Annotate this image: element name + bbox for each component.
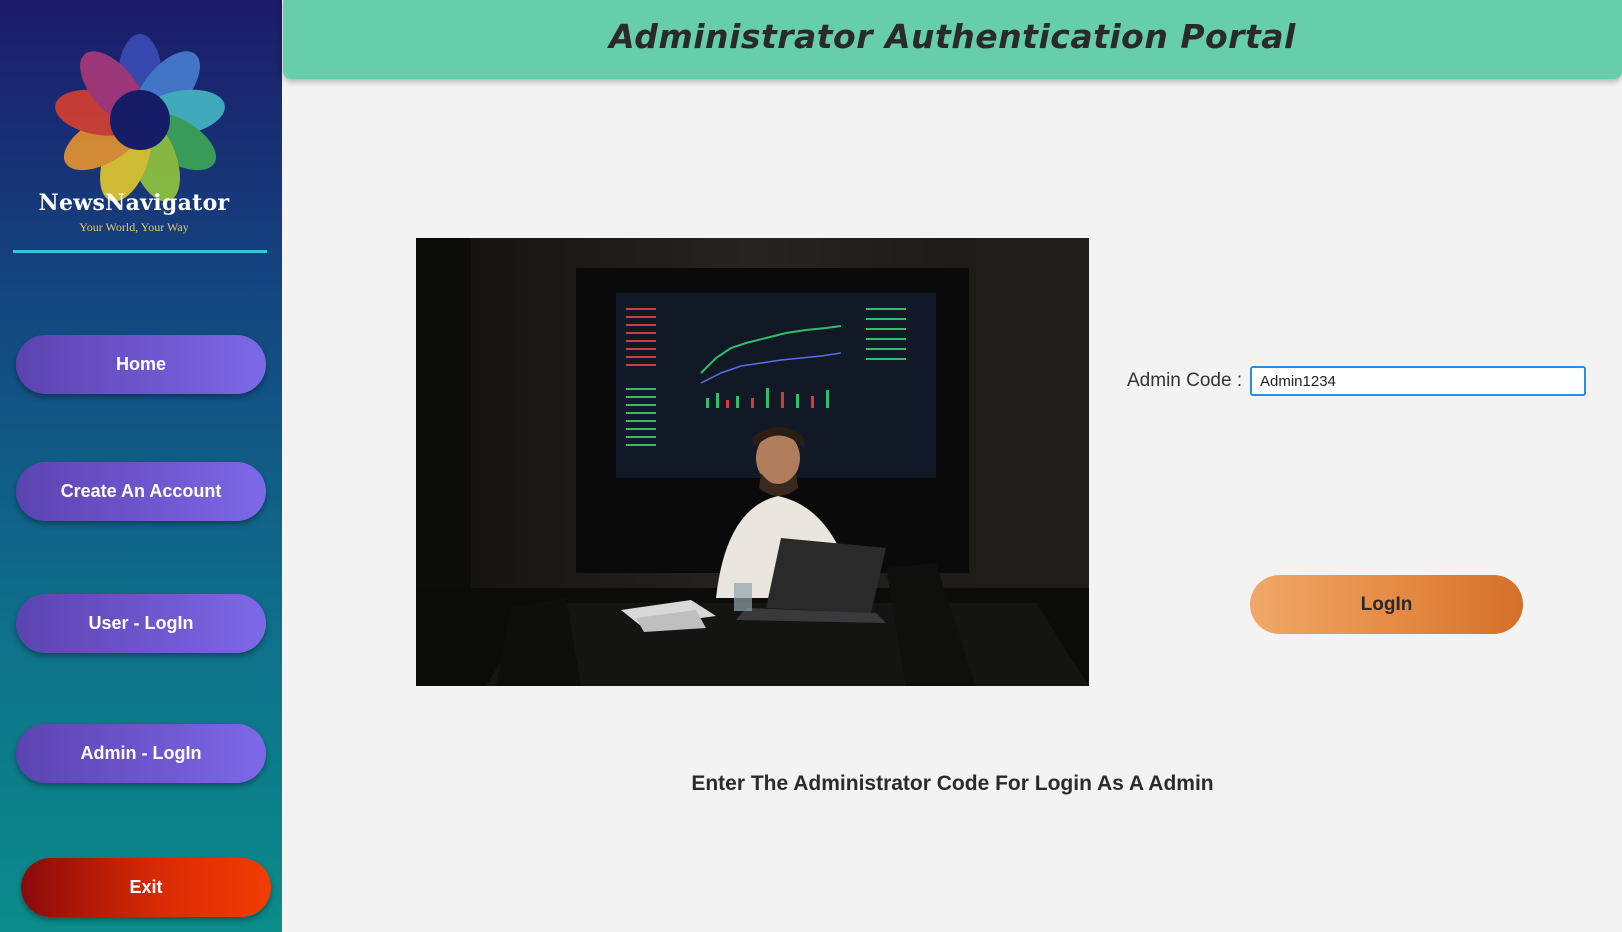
- user-login-button-label: User - LogIn: [88, 613, 194, 633]
- create-account-button-label: Create An Account: [60, 481, 222, 501]
- home-button[interactable]: Home: [16, 335, 266, 394]
- trading-screen-illustration: [416, 238, 1089, 686]
- brand-tagline: Your World, Your Way: [79, 220, 189, 234]
- flower-logo-icon: [55, 34, 225, 202]
- admin-code-label: Admin Code :: [1127, 370, 1243, 391]
- page-title: Administrator Authentication Portal: [609, 17, 1296, 56]
- sidebar-divider: [13, 250, 267, 253]
- exit-button-label: Exit: [129, 877, 163, 897]
- brand-name: NewsNavigator: [38, 190, 230, 216]
- user-login-button[interactable]: User - LogIn: [16, 594, 266, 653]
- sidebar: NewsNavigator Your World, Your Way Home …: [0, 0, 282, 932]
- page-header: Administrator Authentication Portal: [283, 0, 1622, 79]
- exit-button[interactable]: Exit: [21, 858, 271, 917]
- home-button-label: Home: [115, 354, 166, 374]
- login-button-label: LogIn: [1360, 593, 1413, 615]
- instruction-text: Enter The Administrator Code For Login A…: [691, 772, 1214, 795]
- office-trading-photo: [416, 238, 1089, 686]
- admin-code-input[interactable]: [1250, 366, 1586, 396]
- login-button[interactable]: LogIn: [1250, 575, 1523, 634]
- admin-login-button[interactable]: Admin - LogIn: [16, 724, 266, 783]
- create-account-button[interactable]: Create An Account: [16, 462, 266, 521]
- admin-login-button-label: Admin - LogIn: [80, 743, 202, 763]
